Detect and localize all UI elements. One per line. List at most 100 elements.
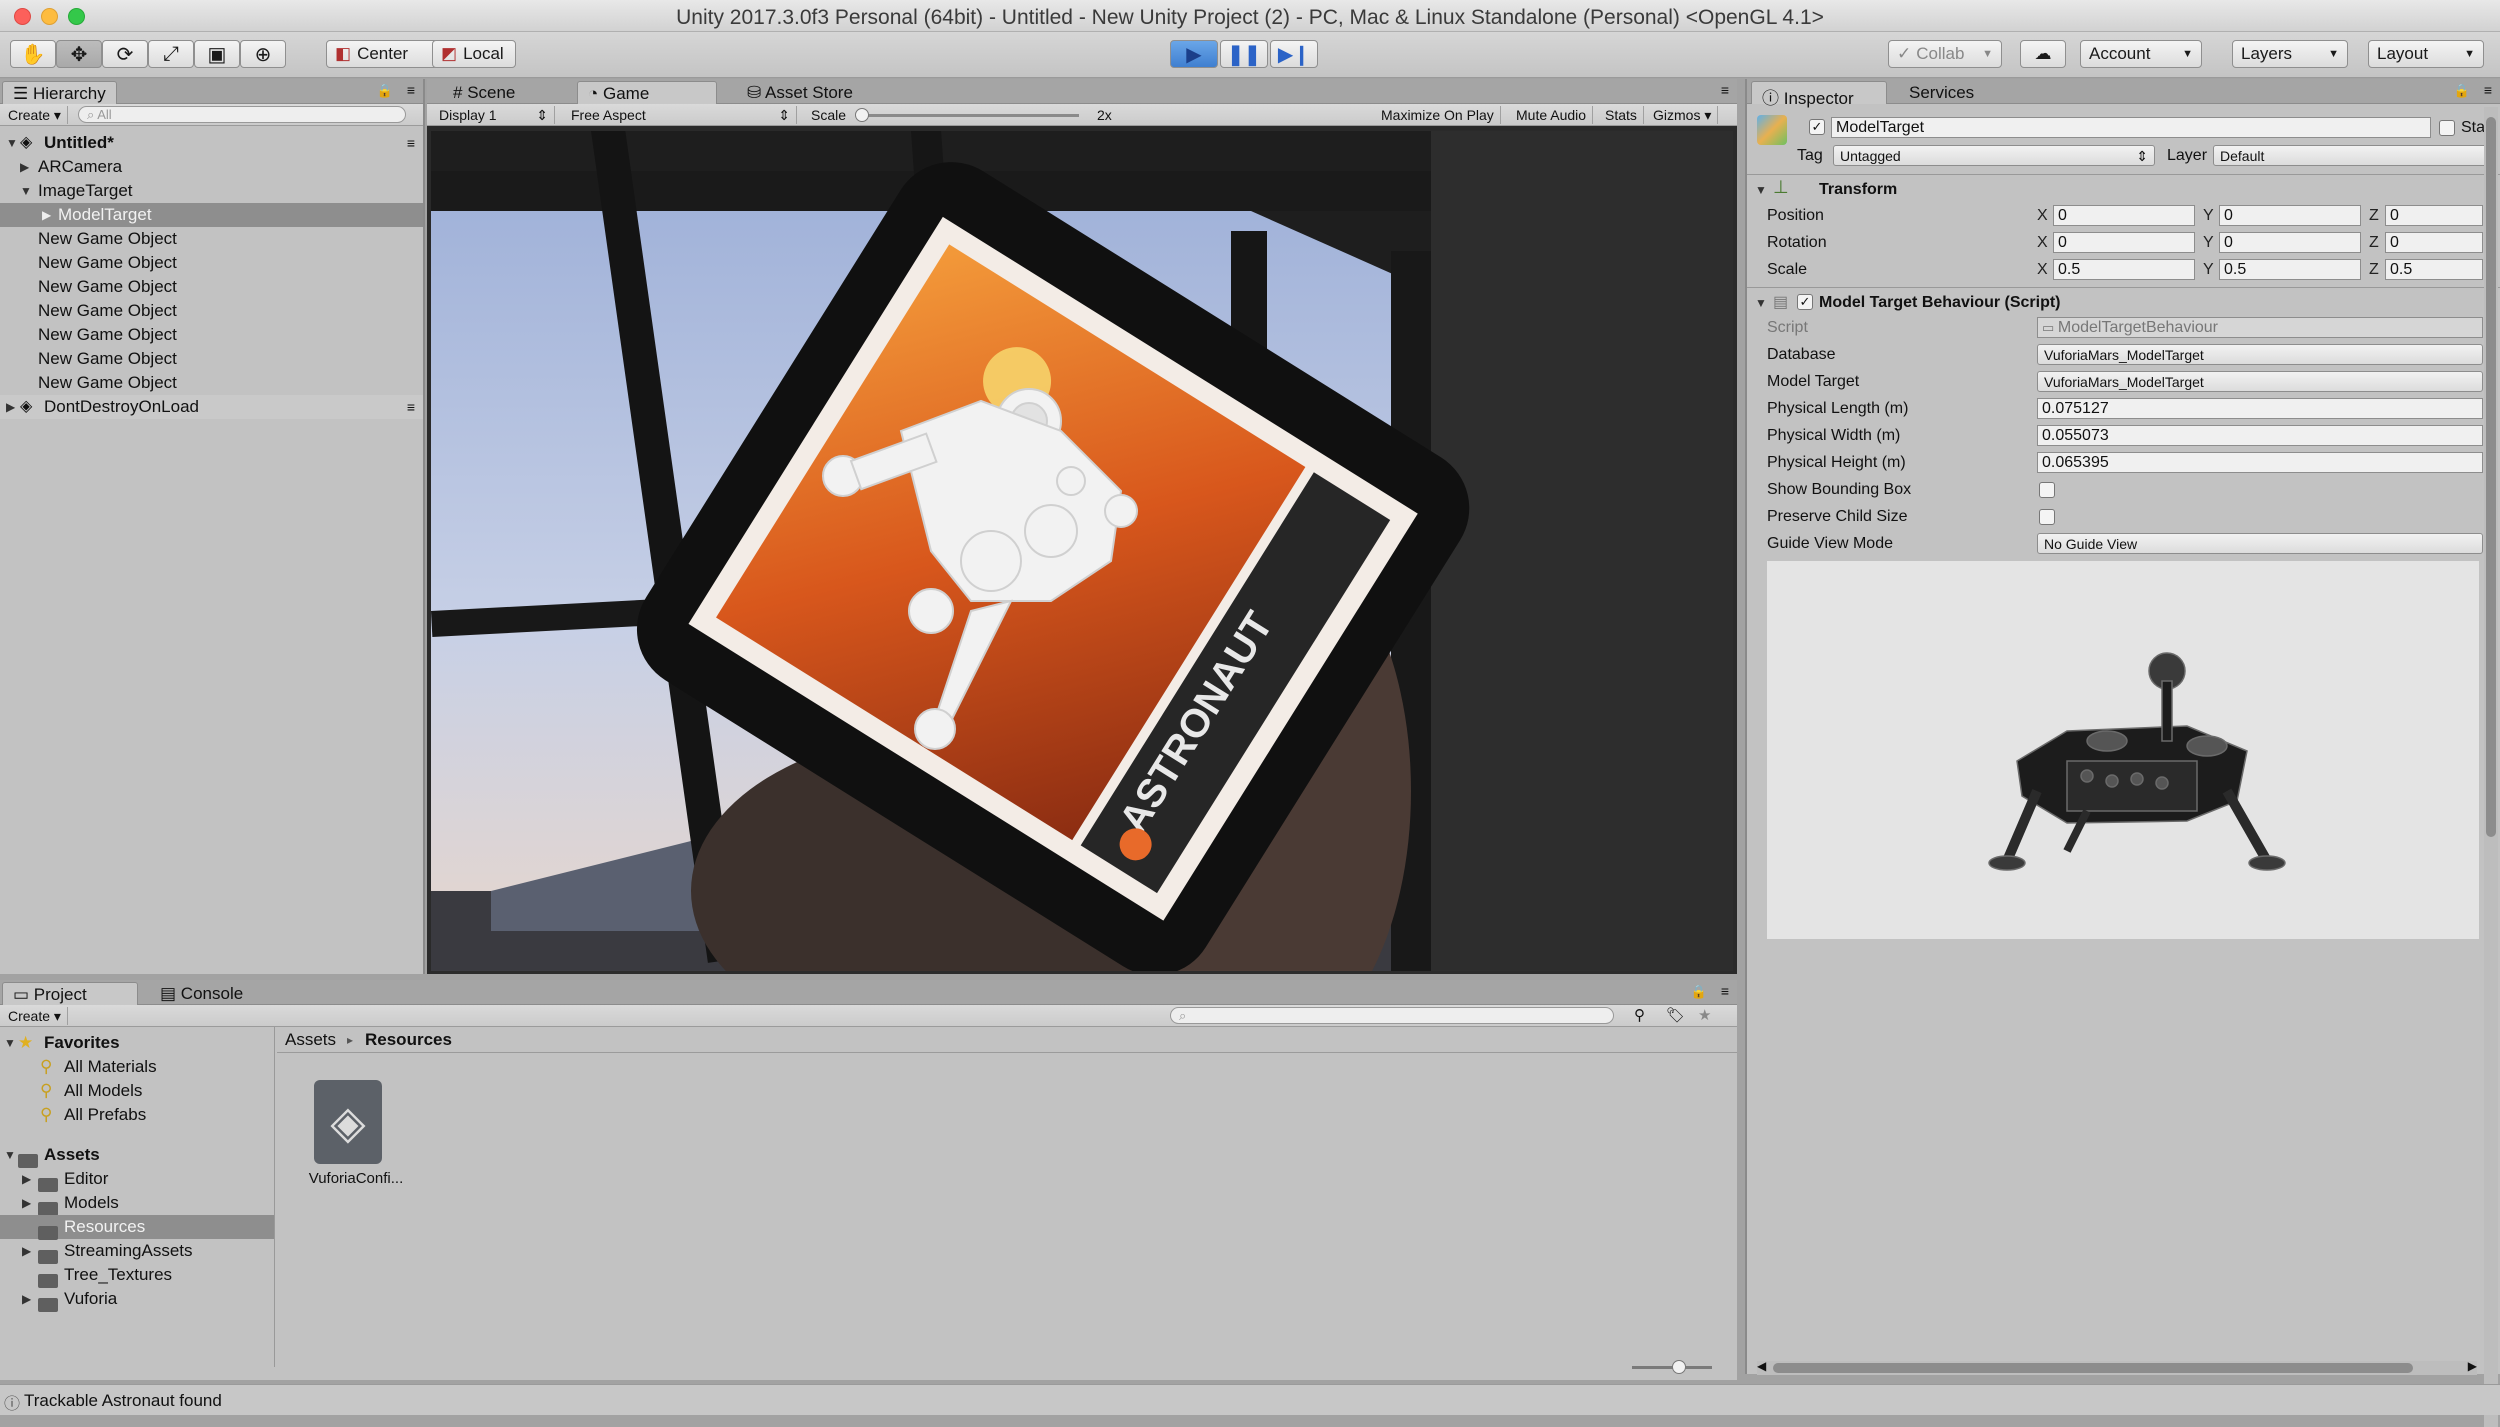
expand-arrow-icon[interactable]: ▶: [22, 1239, 31, 1263]
tab-asset-store[interactable]: ⛁ Asset Store: [737, 81, 863, 104]
hierarchy-item[interactable]: New Game Object: [0, 227, 423, 251]
mute-audio-toggle[interactable]: Mute Audio: [1510, 106, 1594, 124]
gizmos-dropdown[interactable]: Gizmos ▾: [1647, 106, 1719, 124]
hierarchy-item[interactable]: ▼ ImageTarget: [0, 179, 423, 203]
layers-dropdown[interactable]: Layers ▼: [2232, 40, 2348, 68]
dontdestroy-row[interactable]: ▶ ◈ DontDestroyOnLoad ≡: [0, 395, 423, 419]
panel-menu-icon[interactable]: ≡: [1721, 82, 1729, 98]
hierarchy-item-selected[interactable]: ▶ ModelTarget: [0, 203, 423, 227]
hierarchy-item[interactable]: ▶ ARCamera: [0, 155, 423, 179]
scrollbar-thumb[interactable]: [2486, 117, 2496, 837]
folder-item-selected[interactable]: Resources: [0, 1215, 274, 1240]
scale-z-field[interactable]: 0.5: [2385, 259, 2483, 280]
pivot-center-button[interactable]: ◧ Center: [326, 40, 438, 68]
object-name-field[interactable]: ModelTarget: [1831, 117, 2431, 138]
step-button[interactable]: ▶❙: [1270, 40, 1318, 68]
layout-dropdown[interactable]: Layout ▼: [2368, 40, 2484, 68]
aspect-dropdown[interactable]: Free Aspect ⇕: [565, 106, 797, 124]
expand-arrow-icon[interactable]: ▶: [22, 1191, 31, 1215]
pivot-local-button[interactable]: ◩ Local: [432, 40, 516, 68]
scene-menu-icon[interactable]: ≡: [407, 131, 415, 155]
position-z-field[interactable]: 0: [2385, 205, 2483, 226]
hierarchy-search-input[interactable]: ⌕ All: [78, 106, 406, 123]
scene-row[interactable]: ▼ ◈ Untitled* ≡: [0, 131, 423, 155]
folder-item[interactable]: ▶ StreamingAssets: [0, 1239, 274, 1264]
physical-height-field[interactable]: 0.065395: [2037, 452, 2483, 473]
hand-tool-button[interactable]: ✋: [10, 40, 56, 68]
expand-arrow-icon[interactable]: ▶: [42, 203, 51, 227]
inspector-vertical-scrollbar[interactable]: [2484, 107, 2498, 1427]
expand-arrow-icon[interactable]: ▶: [22, 1287, 31, 1311]
favorite-item[interactable]: ⚲ All Models: [0, 1079, 274, 1103]
scale-slider-handle[interactable]: [855, 108, 869, 122]
scrollbar-thumb[interactable]: [1773, 1363, 2413, 1373]
position-x-field[interactable]: 0: [2053, 205, 2195, 226]
rotation-x-field[interactable]: 0: [2053, 232, 2195, 253]
expand-arrow-icon[interactable]: ▼: [6, 131, 18, 155]
play-button[interactable]: ▶: [1170, 40, 1218, 68]
expand-arrow-icon[interactable]: ▼: [4, 1143, 16, 1167]
rotation-y-field[interactable]: 0: [2219, 232, 2361, 253]
star-icon[interactable]: ★: [1698, 1006, 1711, 1024]
favorite-item[interactable]: ⚲ All Prefabs: [0, 1103, 274, 1127]
cloud-button[interactable]: ☁: [2020, 40, 2066, 68]
rotation-z-field[interactable]: 0: [2385, 232, 2483, 253]
hierarchy-item[interactable]: New Game Object: [0, 251, 423, 275]
panel-menu-icon[interactable]: ≡: [2484, 82, 2492, 98]
database-dropdown[interactable]: VuforiaMars_ModelTarget: [2037, 344, 2483, 365]
tab-console[interactable]: ▤ Console: [150, 982, 253, 1005]
project-search-input[interactable]: ⌕: [1170, 1007, 1614, 1024]
model-preview[interactable]: [1767, 561, 2479, 939]
hierarchy-item[interactable]: New Game Object: [0, 323, 423, 347]
assets-row[interactable]: ▼ Assets: [0, 1143, 274, 1168]
tab-hierarchy[interactable]: ☰ Hierarchy: [2, 81, 117, 104]
guide-view-mode-dropdown[interactable]: No Guide View: [2037, 533, 2483, 554]
game-view[interactable]: ASTRONAUT: [431, 131, 1733, 971]
hierarchy-item[interactable]: New Game Object: [0, 275, 423, 299]
status-message[interactable]: Trackable Astronaut found: [24, 1391, 222, 1411]
tab-services[interactable]: Services: [1899, 81, 1984, 104]
tag-dropdown[interactable]: Untagged ⇕: [1833, 145, 2155, 166]
scale-x-field[interactable]: 0.5: [2053, 259, 2195, 280]
hierarchy-item[interactable]: New Game Object: [0, 299, 423, 323]
scale-slider-track[interactable]: [859, 114, 1079, 117]
move-tool-button[interactable]: ✥: [56, 40, 102, 68]
expand-arrow-icon[interactable]: ▶: [6, 395, 15, 419]
rotate-tool-button[interactable]: ⟳: [102, 40, 148, 68]
stats-toggle[interactable]: Stats: [1599, 106, 1644, 124]
icon-size-slider-handle[interactable]: [1672, 1360, 1686, 1374]
collapse-arrow-icon[interactable]: ▼: [1755, 296, 1767, 310]
breadcrumb-resources[interactable]: Resources: [365, 1027, 452, 1053]
model-target-dropdown[interactable]: VuforiaMars_ModelTarget: [2037, 371, 2483, 392]
rect-tool-button[interactable]: ▣: [194, 40, 240, 68]
tab-scene[interactable]: # Scene: [443, 81, 525, 104]
active-checkbox[interactable]: ✓: [1809, 119, 1825, 135]
panel-menu-icon[interactable]: ≡: [407, 82, 415, 98]
physical-length-field[interactable]: 0.075127: [2037, 398, 2483, 419]
inspector-horizontal-scrollbar[interactable]: ◀ ▶: [1757, 1359, 2477, 1375]
transform-tool-button[interactable]: ⊕: [240, 40, 286, 68]
asset-tile[interactable]: ◈ VuforiaConfi...: [296, 1080, 436, 1190]
filter-type-icon[interactable]: ⚲: [1634, 1006, 1645, 1024]
folder-item[interactable]: ▶ Editor: [0, 1167, 274, 1192]
hierarchy-item[interactable]: New Game Object: [0, 347, 423, 371]
physical-width-field[interactable]: 0.055073: [2037, 425, 2483, 446]
folder-item[interactable]: ▶ Models: [0, 1191, 274, 1216]
scene-menu-icon[interactable]: ≡: [407, 395, 415, 419]
display-dropdown[interactable]: Display 1 ⇕: [433, 106, 555, 124]
expand-arrow-icon[interactable]: ▶: [22, 1167, 31, 1191]
layer-dropdown[interactable]: Default: [2213, 145, 2495, 166]
collab-dropdown[interactable]: ✓ Collab ▼: [1888, 40, 2002, 68]
component-enabled-checkbox[interactable]: ✓: [1797, 294, 1813, 310]
show-bounding-box-checkbox[interactable]: [2039, 482, 2055, 498]
hierarchy-create-button[interactable]: Create ▾: [2, 106, 68, 124]
tab-project[interactable]: ▭ Project: [2, 982, 138, 1005]
scale-tool-button[interactable]: ⤢: [148, 40, 194, 68]
scroll-left-icon[interactable]: ◀: [1757, 1359, 1766, 1373]
pause-button[interactable]: ❚❚: [1220, 40, 1268, 68]
tab-inspector[interactable]: ⓘ Inspector: [1751, 81, 1887, 108]
hierarchy-item[interactable]: New Game Object: [0, 371, 423, 395]
position-y-field[interactable]: 0: [2219, 205, 2361, 226]
lock-icon[interactable]: 🔒: [2454, 83, 2470, 99]
project-create-button[interactable]: Create ▾: [2, 1007, 68, 1025]
